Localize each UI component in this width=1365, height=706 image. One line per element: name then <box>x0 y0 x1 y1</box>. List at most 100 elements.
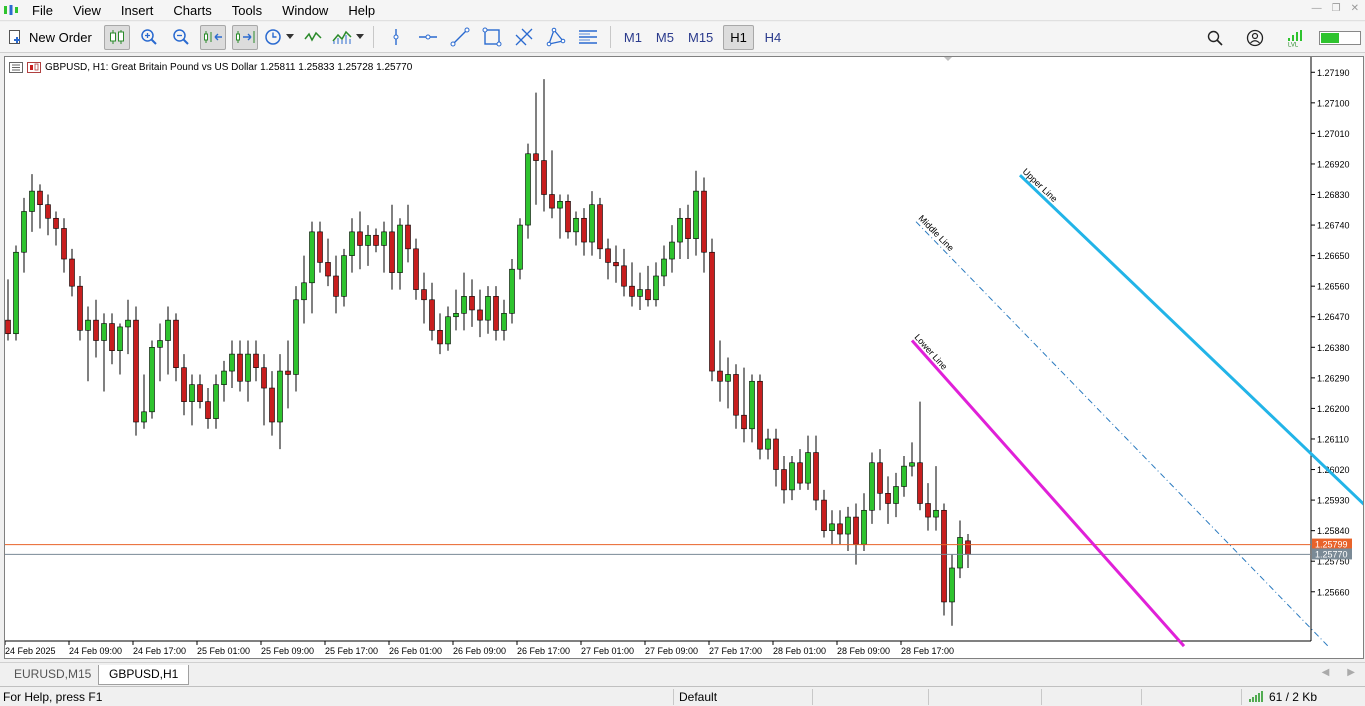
search-icon <box>1207 30 1223 46</box>
candle-body <box>509 268 515 314</box>
search-button[interactable] <box>1202 25 1228 50</box>
timeframe-m15[interactable]: M15 <box>684 25 717 50</box>
candle-body <box>541 160 547 195</box>
restore-icon[interactable]: ❐ <box>1332 3 1341 14</box>
candle-body <box>85 319 91 331</box>
price-chart[interactable]: 1.27190 1.27100 1.27010 1.26920 1.26830 1.267… <box>5 57 1363 658</box>
templates-icon <box>332 30 352 44</box>
horizontal-line-button[interactable] <box>415 25 441 50</box>
candle-body <box>237 353 243 382</box>
candle-body <box>157 340 163 348</box>
price-tick-label: 1.26110 <box>1317 434 1349 444</box>
timeframe-m5[interactable]: M5 <box>652 25 678 50</box>
toolbar-right: LVL <box>1199 25 1361 50</box>
candle-body <box>389 231 395 273</box>
zoom-in-button[interactable] <box>136 25 162 50</box>
tab-scroll-right-icon[interactable]: ▶ <box>1347 667 1355 678</box>
candle-body <box>677 217 683 243</box>
candle-body <box>829 523 835 531</box>
status-separator <box>673 689 674 705</box>
channel-lines-icon <box>578 30 597 44</box>
channel-line-label: Lower Line <box>913 332 950 372</box>
price-tick-label: 1.26380 <box>1317 343 1350 353</box>
zoom-in-icon <box>141 29 157 45</box>
tab-gbpusd-h1[interactable]: GBPUSD,H1 <box>98 665 190 685</box>
chart-list-icon[interactable] <box>9 62 23 73</box>
minimize-icon[interactable]: — <box>1312 3 1322 14</box>
status-profile[interactable]: Default <box>679 690 717 704</box>
menu-file[interactable]: File <box>22 0 63 21</box>
fibonacci-button[interactable] <box>511 25 537 50</box>
candle-body <box>693 190 699 239</box>
time-tick-label: 26 Feb 09:00 <box>453 646 506 656</box>
candle-body <box>37 190 43 205</box>
channel-lines-button[interactable] <box>575 25 601 50</box>
templates-button[interactable] <box>332 25 364 50</box>
chart-shift-marker-icon <box>944 57 952 61</box>
menu-help[interactable]: Help <box>338 0 385 21</box>
zoom-out-button[interactable] <box>168 25 194 50</box>
candle-body <box>285 370 291 375</box>
candle-body <box>325 262 331 277</box>
menu-window[interactable]: Window <box>272 0 338 21</box>
candle-body <box>797 462 803 484</box>
time-tick-label: 24 Feb 17:00 <box>133 646 186 656</box>
candle-body <box>453 313 459 318</box>
auto-scroll-button[interactable] <box>199 24 226 50</box>
menu-view[interactable]: View <box>63 0 111 21</box>
chart-window[interactable]: 1.27190 1.27100 1.27010 1.26920 1.26830 1.267… <box>4 56 1364 659</box>
channel-line-middle-line <box>915 221 1329 647</box>
tab-eurusd-m15[interactable]: EURUSD,M15 <box>4 665 101 685</box>
signal-level-icon: LVL <box>1288 29 1302 47</box>
price-tick-label: 1.26650 <box>1317 251 1350 261</box>
triangle-button[interactable] <box>543 25 569 50</box>
channel-line-label: Upper Line <box>1021 166 1060 204</box>
menu-charts[interactable]: Charts <box>163 0 221 21</box>
candle-body <box>181 367 187 402</box>
vertical-line-button[interactable] <box>383 25 409 50</box>
account-button[interactable] <box>1242 25 1268 50</box>
connection-bar-fill <box>1321 32 1339 43</box>
candle-body <box>165 319 171 341</box>
signal-level-button[interactable]: LVL <box>1282 25 1308 50</box>
menu-insert[interactable]: Insert <box>111 0 164 21</box>
time-tick-label: 27 Feb 17:00 <box>709 646 762 656</box>
candlestick-chart-button[interactable] <box>103 24 130 50</box>
candle-body <box>477 309 483 321</box>
candle-body <box>717 370 723 382</box>
candle-body <box>125 319 131 328</box>
candle-body <box>893 486 899 504</box>
tab-scroll-left-icon[interactable]: ◀ <box>1322 667 1330 678</box>
timeframe-m1[interactable]: M1 <box>620 25 646 50</box>
trend-line-button[interactable] <box>447 25 473 50</box>
candle-body <box>341 255 347 297</box>
candle-body <box>333 275 339 297</box>
chart-shift-button[interactable] <box>231 24 258 50</box>
candle-body <box>573 217 579 233</box>
price-tick-label: 1.26200 <box>1317 404 1350 414</box>
candle-body <box>701 190 707 253</box>
time-tick-label: 28 Feb 09:00 <box>837 646 890 656</box>
time-tick-label: 26 Feb 17:00 <box>517 646 570 656</box>
indicators-button[interactable] <box>300 25 326 50</box>
candle-body <box>709 251 715 372</box>
menu-tools[interactable]: Tools <box>222 0 272 21</box>
candle-body <box>101 323 107 341</box>
candle-body <box>885 493 891 504</box>
candle-body <box>917 462 923 504</box>
price-tick-label: 1.25840 <box>1317 526 1350 536</box>
chart-properties-icon[interactable] <box>27 62 41 73</box>
timeframe-h1[interactable]: H1 <box>723 24 754 50</box>
candle-body <box>493 296 499 331</box>
periods-button[interactable] <box>264 25 294 50</box>
close-icon[interactable]: ✕ <box>1351 3 1359 14</box>
candle-body <box>549 194 555 209</box>
candle-body <box>365 234 371 246</box>
timeframe-h4[interactable]: H4 <box>760 25 786 50</box>
rectangle-button[interactable] <box>479 25 505 50</box>
traffic-bars-icon <box>1249 691 1263 702</box>
candle-body <box>949 567 955 603</box>
new-order-button[interactable]: New Order <box>3 25 98 50</box>
time-tick-label: 25 Feb 01:00 <box>197 646 250 656</box>
candle-body <box>877 462 883 494</box>
